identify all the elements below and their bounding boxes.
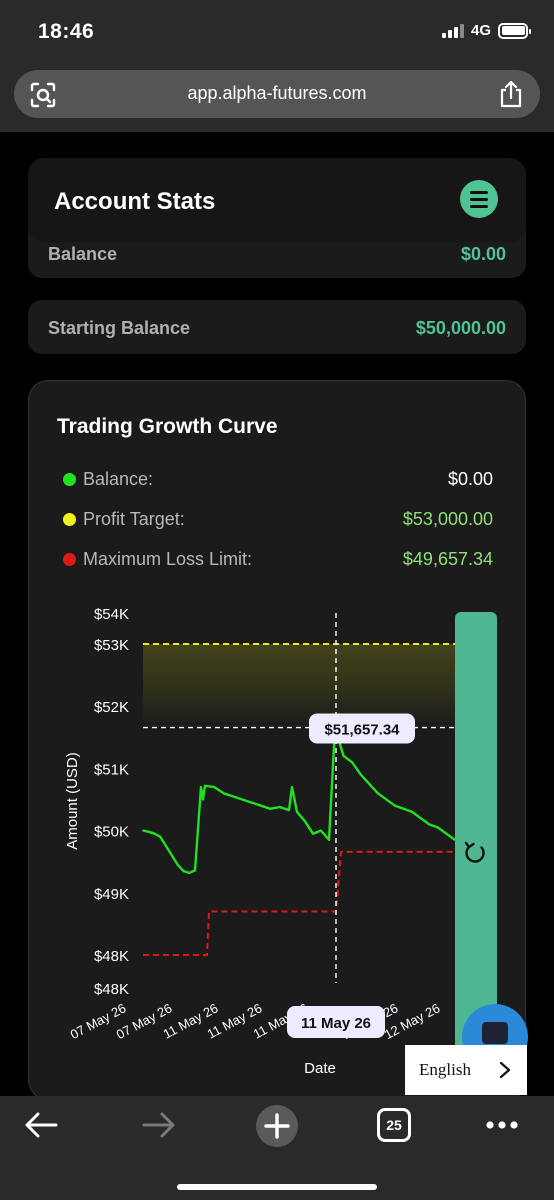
growth-chart: $54K $53K $52K $51K $50K $49K $48K $48K Amount (… <box>64 606 497 1092</box>
y-tick-label: $52K <box>94 699 129 716</box>
signal-icon <box>441 23 464 38</box>
hamburger-icon[interactable] <box>460 180 498 218</box>
y-tick-label: $49K <box>94 886 129 903</box>
balance-point <box>368 783 371 785</box>
y-tick-label: $50K <box>94 824 129 841</box>
back-arrow-icon[interactable] <box>22 1108 62 1142</box>
browser-bottom-bar: 25 <box>0 1096 554 1200</box>
balance-point <box>296 811 298 813</box>
balance-point <box>202 798 204 801</box>
balance-point <box>411 811 413 813</box>
balance-point <box>188 872 190 874</box>
plus-icon[interactable] <box>255 1104 299 1148</box>
balance-point <box>328 839 330 841</box>
battery-icon <box>498 22 531 39</box>
balance-point <box>269 808 272 810</box>
balance-point <box>394 804 396 807</box>
balance-label: Balance <box>48 244 118 264</box>
balance-point <box>182 870 185 872</box>
language-label: English <box>419 1060 471 1079</box>
tooltip-value-label: $51,657.34 <box>324 722 400 739</box>
x-axis-label: Date <box>304 1060 336 1077</box>
balance-point <box>320 829 322 832</box>
balance-point <box>445 832 448 835</box>
balance-point <box>232 795 234 798</box>
status-indicators: 4G <box>441 22 531 39</box>
account-stats-header: Account Stats <box>28 158 526 242</box>
balance-point <box>200 786 202 788</box>
y-tick-label: $48K <box>94 948 129 965</box>
balance-point <box>278 806 281 808</box>
url-text[interactable]: app.alpha-futures.com <box>14 83 540 104</box>
balance-point <box>385 798 388 801</box>
balance-point <box>288 809 290 811</box>
balance-point <box>312 832 314 835</box>
y-tick-label: $54K <box>94 606 129 623</box>
page-title: Account Stats <box>54 188 216 215</box>
y-tick-label: $51K <box>94 761 129 778</box>
balance-point <box>250 801 253 804</box>
balance-value: $0.00 <box>460 244 506 264</box>
tooltip-date-label: 11 May 26 <box>301 1015 371 1032</box>
forward-arrow-icon[interactable] <box>138 1108 178 1142</box>
max-loss-line <box>143 850 455 956</box>
language-selector[interactable]: English <box>405 1045 527 1095</box>
y-axis-label: Amount (USD) <box>64 752 81 850</box>
balance-point <box>437 826 439 829</box>
address-bar[interactable]: app.alpha-futures.com <box>14 70 540 118</box>
balance-point <box>194 869 196 872</box>
balance-point <box>428 823 431 826</box>
y-tick-label: $48K <box>94 981 129 998</box>
home-indicator <box>177 1184 377 1190</box>
status-time: 18:46 <box>38 20 95 43</box>
balance-point <box>171 854 173 857</box>
balance-point <box>359 773 362 776</box>
browser-toolbar: app.alpha-futures.com <box>0 62 554 132</box>
network-type: 4G <box>470 22 491 39</box>
balance-point <box>402 808 405 810</box>
starting-balance-value: $50,000.00 <box>415 318 506 338</box>
y-tick-label: $53K <box>94 637 129 654</box>
more-dots-icon[interactable] <box>482 1108 522 1142</box>
balance-point <box>153 832 156 835</box>
balance-point <box>176 864 179 866</box>
share-icon[interactable] <box>498 80 524 108</box>
chevron-right-icon[interactable] <box>499 1061 511 1079</box>
balance-point <box>419 817 422 819</box>
balance-point <box>304 820 306 823</box>
tabs-button[interactable]: 25 <box>377 1108 411 1142</box>
balance-point <box>377 792 379 795</box>
balance-point <box>148 831 150 833</box>
balance-point <box>342 755 345 757</box>
balance-point <box>204 785 206 787</box>
balance-point <box>165 845 167 847</box>
starting-balance-label: Starting Balance <box>48 318 191 338</box>
tab-count: 25 <box>386 1117 402 1133</box>
balance-point <box>351 761 353 763</box>
starting-balance-row: Starting Balance $50,000.00 <box>28 300 526 354</box>
balance-point <box>260 804 262 807</box>
balance-point <box>159 836 162 838</box>
balance-point <box>291 786 293 788</box>
status-bar: 18:46 4G <box>0 0 554 62</box>
balance-point <box>241 798 244 801</box>
balance-point <box>222 792 225 795</box>
trading-growth-card: Trading Growth Curve Balance: $0.00 Prof… <box>28 380 526 1096</box>
balance-point <box>142 829 144 832</box>
page-content: Account Stats Balance $0.00 Starting Bal… <box>0 132 554 1096</box>
balance-point <box>213 786 216 788</box>
